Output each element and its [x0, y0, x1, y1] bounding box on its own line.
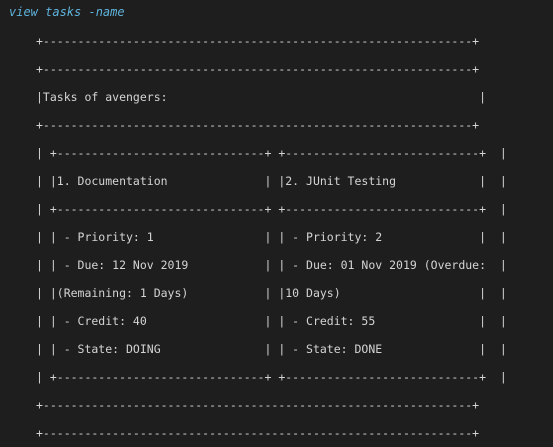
task-cards-due: | | - Due: 12 Nov 2019 | | - Due: 01 Nov…	[36, 258, 507, 272]
header-separator: +---------------------------------------…	[36, 118, 480, 132]
outer-border-top-2: +---------------------------------------…	[36, 62, 480, 76]
outer-border-bottom-1: +---------------------------------------…	[36, 398, 480, 412]
task-cards-titles: | |1. Documentation | |2. JUnit Testing …	[36, 174, 507, 188]
task-cards-due-continued: | |(Remaining: 1 Days) | |10 Days) | |	[36, 286, 507, 300]
terminal-output: +---------------------------------------…	[36, 27, 507, 447]
task-cards-border-top: | +------------------------------+ +----…	[36, 146, 507, 160]
task-cards-state: | | - State: DOING | | - State: DONE | |	[36, 342, 507, 356]
command-line: view tasks -name	[9, 5, 125, 19]
task-cards-priority: | | - Priority: 1 | | - Priority: 2 | |	[36, 230, 507, 244]
outer-border-bottom-2: +---------------------------------------…	[36, 426, 480, 440]
task-cards-border-bottom: | +------------------------------+ +----…	[36, 370, 507, 384]
task-cards-credit: | | - Credit: 40 | | - Credit: 55 | |	[36, 314, 507, 328]
task-cards-title-separator: | +------------------------------+ +----…	[36, 202, 507, 216]
tasks-header-line: |Tasks of avengers: |	[36, 90, 487, 104]
outer-border-top-1: +---------------------------------------…	[36, 34, 480, 48]
